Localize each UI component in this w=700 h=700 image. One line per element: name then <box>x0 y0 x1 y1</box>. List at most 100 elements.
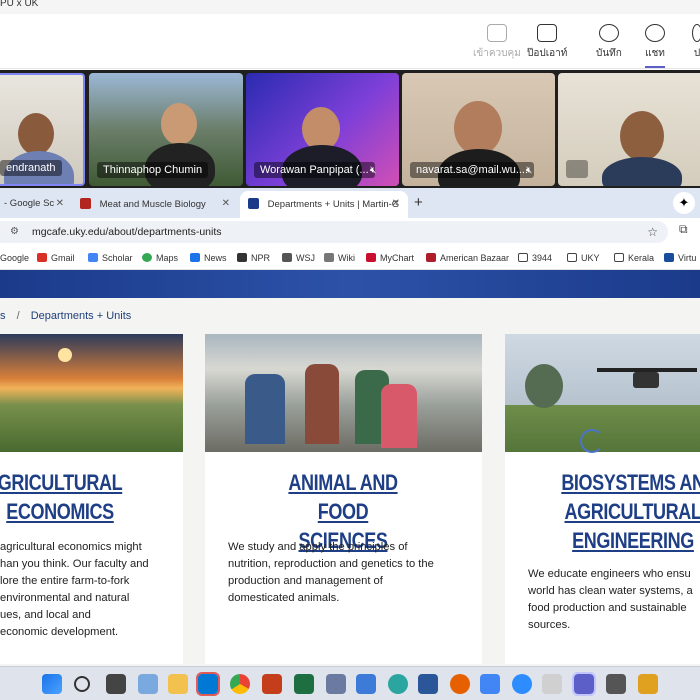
tab-google-scholar[interactable]: - Google Sc ✕ <box>0 191 72 218</box>
notes-icon[interactable] <box>480 674 500 694</box>
copilot-icon[interactable] <box>138 674 158 694</box>
bookmark-folder-uky[interactable]: UKY <box>567 253 600 263</box>
participant-tile[interactable]: endranath <box>0 73 85 186</box>
participant-tile[interactable]: Thinnaphop Chumin <box>89 73 243 186</box>
word-icon[interactable] <box>418 674 438 694</box>
meeting-toolbar: เข้าควบคุม ป๊อปเอาท์ บันทึก แชท ป <box>0 14 700 69</box>
bookmark-wiki[interactable]: Wiki <box>324 253 355 263</box>
participant-video <box>161 103 197 145</box>
participant-video <box>620 111 664 161</box>
card-title[interactable]: GRICULTURAL ECONOMICS <box>0 468 134 526</box>
bookmark-npr[interactable]: NPR <box>237 253 270 263</box>
screen-control-icon <box>486 24 507 42</box>
gmail-icon <box>37 253 47 262</box>
bookmark-maps[interactable]: Maps <box>142 253 178 263</box>
people-icon <box>692 24 700 42</box>
app-icon[interactable] <box>542 674 562 694</box>
take-control-button[interactable]: เข้าควบคุม <box>473 24 521 61</box>
bookmark-google[interactable]: Google <box>0 253 29 263</box>
outlook-icon[interactable] <box>196 672 220 696</box>
bookmarks-bar: Google Gmail Scholar Maps News NPR WSJ W… <box>0 246 700 270</box>
participant-tile[interactable]: Worawan Panpipat (... 🔇︎ <box>246 73 399 186</box>
edge-icon[interactable] <box>388 674 408 694</box>
bookmark-wsj[interactable]: WSJ <box>282 253 315 263</box>
participant-video <box>454 101 502 155</box>
tab-meat-muscle-biology[interactable]: Meat and Muscle Biology ✕ <box>72 191 238 218</box>
loading-spinner-icon <box>580 429 604 453</box>
teams-icon[interactable] <box>572 672 596 696</box>
record-button[interactable]: บันทึก <box>596 24 622 61</box>
powerpoint-icon[interactable] <box>262 674 282 694</box>
address-bar-row: ⚙ mgcafe.uky.edu/about/departments-units… <box>0 218 700 246</box>
new-tab-button[interactable]: + <box>414 194 423 211</box>
bookmark-gmail[interactable]: Gmail <box>37 253 75 263</box>
url-text: mgcafe.uky.edu/about/departments-units <box>32 226 222 238</box>
folder-icon <box>614 253 624 262</box>
tab-departments-units[interactable]: Departments + Units | Martin-G ✕ <box>240 191 408 218</box>
record-icon <box>598 24 619 42</box>
breadcrumb-link[interactable]: s <box>0 310 6 322</box>
breadcrumb-current: Departments + Units <box>30 310 132 322</box>
card-animal-food-sciences[interactable]: ANIMAL AND FOOD SCIENCES We study and ap… <box>205 334 482 664</box>
npr-icon <box>237 253 247 262</box>
excel-icon[interactable] <box>294 674 314 694</box>
participant-name: Worawan Panpipat (... <box>254 162 375 178</box>
start-button-icon[interactable] <box>42 674 62 694</box>
card-description: agricultural economics might han you thi… <box>0 541 149 638</box>
maps-icon <box>142 253 152 262</box>
bookmark-scholar[interactable]: Scholar <box>88 253 133 263</box>
sunset-farm-image <box>0 334 183 452</box>
uk-favicon-icon <box>248 198 259 209</box>
search-icon[interactable] <box>74 676 90 692</box>
remote-desktop-icon[interactable] <box>606 674 626 694</box>
site-info-icon[interactable]: ⚙ <box>10 221 19 243</box>
card-agricultural-economics[interactable]: GRICULTURAL ECONOMICS agricultural econo… <box>0 334 183 664</box>
firefox-icon[interactable] <box>450 674 470 694</box>
card-title[interactable]: BIOSYSTEMS AN AGRICULTURAL ENGINEERING <box>559 468 700 555</box>
chrome-icon[interactable] <box>230 674 250 694</box>
chat-icon <box>645 24 665 42</box>
participant-video <box>18 113 54 155</box>
people-button[interactable]: ป <box>692 24 700 61</box>
folder-icon <box>518 253 528 262</box>
gemini-icon[interactable]: ✦ <box>673 192 695 214</box>
participant-tile[interactable]: navarat.sa@mail.wu.... 🔇︎ <box>402 73 555 186</box>
browser-tab-strip: - Google Sc ✕ Meat and Muscle Biology ✕ … <box>0 188 700 218</box>
bookmark-american-bazaar[interactable]: American Bazaar <box>426 253 509 263</box>
site-banner <box>0 270 700 298</box>
window-title: PU x UK <box>0 0 700 14</box>
folder-icon <box>567 253 577 262</box>
windows-taskbar <box>0 666 700 700</box>
task-view-icon[interactable] <box>106 674 126 694</box>
close-tab-icon[interactable]: ✕ <box>392 198 400 209</box>
calculator-icon[interactable] <box>326 674 346 694</box>
card-biosystems-engineering[interactable]: BIOSYSTEMS AN AGRICULTURAL ENGINEERING W… <box>505 334 700 664</box>
bookmark-star-icon[interactable]: ☆ <box>647 221 658 243</box>
bookmark-virtual[interactable]: Virtu <box>664 253 696 263</box>
news-icon <box>190 253 200 262</box>
bookmark-news[interactable]: News <box>190 253 227 263</box>
close-tab-icon[interactable]: ✕ <box>56 198 64 209</box>
participant-tile[interactable] <box>558 73 700 186</box>
bookmark-mychart[interactable]: MyChart <box>366 253 414 263</box>
signal-icon <box>566 160 588 178</box>
wsj-icon <box>282 253 292 262</box>
photos-icon[interactable] <box>356 674 376 694</box>
mychart-icon <box>366 253 376 262</box>
close-tab-icon[interactable]: ✕ <box>222 198 230 209</box>
extensions-icon[interactable]: ⧉ <box>679 222 688 237</box>
breadcrumb: s / Departments + Units <box>0 310 132 322</box>
card-description: We study and apply the principles of nut… <box>228 541 434 604</box>
sticky-notes-icon[interactable] <box>638 674 658 694</box>
mic-muted-icon: 🔇︎ <box>370 165 377 176</box>
zoom-icon[interactable] <box>512 674 532 694</box>
bookmark-folder-kerala[interactable]: Kerala <box>614 253 654 263</box>
popout-button[interactable]: ป๊อปเอาท์ <box>527 24 567 61</box>
chat-button[interactable]: แชท <box>645 24 665 68</box>
address-bar[interactable]: ⚙ mgcafe.uky.edu/about/departments-units… <box>0 221 668 243</box>
participant-name: Thinnaphop Chumin <box>97 162 209 178</box>
page-favicon-icon <box>80 198 91 209</box>
web-page: s / Departments + Units GRICULTURAL ECON… <box>0 270 700 666</box>
bookmark-folder-3944[interactable]: 3944 <box>518 253 552 263</box>
file-explorer-icon[interactable] <box>168 674 188 694</box>
